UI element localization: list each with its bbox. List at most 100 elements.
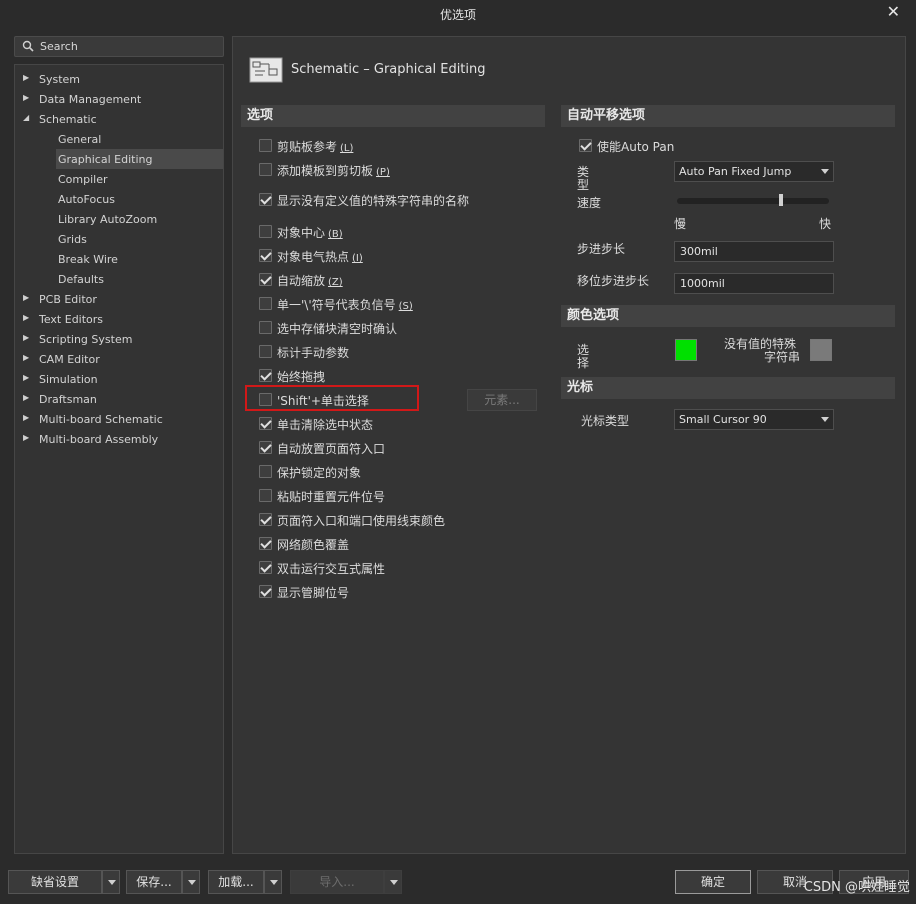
sidebar-item-label: Simulation	[39, 373, 98, 386]
sidebar-item[interactable]: ▶ CAM Editor	[15, 349, 223, 369]
checkbox-box[interactable]	[259, 225, 272, 238]
load-dropdown[interactable]	[264, 870, 282, 894]
checkbox-box[interactable]	[259, 345, 272, 358]
window-title: 优选项	[439, 8, 476, 22]
sidebar-item[interactable]: Graphical Editing	[56, 149, 223, 169]
sidebar-item-label: AutoFocus	[58, 193, 115, 206]
sidebar-item-label: Scripting System	[39, 333, 133, 346]
checkbox-box[interactable]	[259, 585, 272, 598]
sidebar-item[interactable]: ▶ Multi-board Assembly	[15, 429, 223, 449]
sidebar-item[interactable]: ▶ Draftsman	[15, 389, 223, 409]
page-title: Schematic – Graphical Editing	[291, 62, 486, 77]
sidebar-item[interactable]: Library AutoZoom	[15, 209, 223, 229]
checkbox-box[interactable]	[259, 537, 272, 550]
defaults-button[interactable]: 缺省设置	[8, 870, 102, 894]
load-button[interactable]: 加载...	[208, 870, 264, 894]
sidebar-item-label: System	[39, 73, 81, 86]
checkbox-box[interactable]	[579, 139, 592, 152]
checkbox-box[interactable]	[259, 561, 272, 574]
option-label: 剪贴板参考 (L)	[277, 138, 353, 155]
checkbox-box[interactable]	[259, 139, 272, 152]
sidebar-item[interactable]: ▶ System	[15, 69, 223, 89]
save-dropdown[interactable]	[182, 870, 200, 894]
collapsed-arrow-icon[interactable]: ▶	[23, 333, 29, 342]
checkbox-box[interactable]	[259, 417, 272, 430]
elements-button[interactable]: 元素...	[467, 389, 537, 411]
collapsed-arrow-icon[interactable]: ▶	[23, 433, 29, 442]
sidebar-item[interactable]: ▶ Data Management	[15, 89, 223, 109]
checkbox-box[interactable]	[259, 249, 272, 262]
option-label-text: 单击清除选中状态	[277, 418, 374, 432]
save-button[interactable]: 保存...	[126, 870, 182, 894]
collapsed-arrow-icon[interactable]: ▶	[23, 413, 29, 422]
expanded-arrow-icon[interactable]: ◢	[23, 113, 29, 122]
step-size-field[interactable]: 300mil	[674, 241, 834, 262]
sidebar-item-label: General	[58, 133, 102, 146]
sidebar-item[interactable]: Break Wire	[15, 249, 223, 269]
option-label-text: 对象电气热点	[277, 250, 350, 264]
collapsed-arrow-icon[interactable]: ▶	[23, 313, 29, 322]
import-button[interactable]: 导入...	[290, 870, 384, 894]
sidebar-item[interactable]: ▶ Simulation	[15, 369, 223, 389]
collapsed-arrow-icon[interactable]: ▶	[23, 93, 29, 102]
option-shortcut: (L)	[340, 143, 354, 154]
sidebar-item[interactable]: ◢ Schematic	[15, 109, 223, 129]
checkbox-box[interactable]	[259, 369, 272, 382]
speed-slider[interactable]	[677, 198, 829, 204]
option-label-text: 显示没有定义值的特殊字符串的名称	[277, 194, 470, 208]
sidebar-item-label: PCB Editor	[39, 293, 97, 306]
defaults-dropdown[interactable]	[102, 870, 120, 894]
close-icon[interactable]: ✕	[887, 2, 900, 21]
sidebar-item[interactable]: AutoFocus	[15, 189, 223, 209]
option-label-text: 粘贴时重置元件位号	[277, 490, 386, 504]
title-bar: 优选项 ✕	[0, 0, 916, 28]
collapsed-arrow-icon[interactable]: ▶	[23, 73, 29, 82]
no-value-color-swatch[interactable]	[810, 339, 832, 361]
autopan-type-dropdown[interactable]: Auto Pan Fixed Jump	[674, 161, 834, 182]
sidebar-item[interactable]: General	[15, 129, 223, 149]
shift-step-size-field[interactable]: 1000mil	[674, 273, 834, 294]
sidebar-item[interactable]: ▶ Scripting System	[15, 329, 223, 349]
option-label: 对象中心 (B)	[277, 224, 343, 241]
search-input[interactable]: Search	[14, 36, 224, 57]
highlight-annotation	[245, 385, 419, 411]
chevron-down-icon	[821, 417, 829, 422]
sidebar-item[interactable]: ▶ Text Editors	[15, 309, 223, 329]
option-label-text: 双击运行交互式属性	[277, 562, 386, 576]
sidebar-item-label: Schematic	[39, 113, 97, 126]
cursor-type-label: 光标类型	[581, 414, 630, 428]
settings-tree: ▶ System ▶ Data Management ◢ Schematic General…	[14, 64, 224, 854]
option-shortcut: (I)	[352, 253, 363, 264]
collapsed-arrow-icon[interactable]: ▶	[23, 373, 29, 382]
option-label: 显示没有定义值的特殊字符串的名称	[277, 192, 469, 209]
checkbox-box[interactable]	[259, 297, 272, 310]
option-shortcut: (S)	[398, 301, 413, 312]
checkbox-box[interactable]	[259, 441, 272, 454]
ok-button[interactable]: 确定	[675, 870, 751, 894]
sidebar-item[interactable]: Defaults	[15, 269, 223, 289]
option-label-text: 对象中心	[277, 226, 326, 240]
checkbox-box[interactable]	[259, 465, 272, 478]
collapsed-arrow-icon[interactable]: ▶	[23, 393, 29, 402]
sidebar-item[interactable]: ▶ PCB Editor	[15, 289, 223, 309]
import-dropdown[interactable]	[384, 870, 402, 894]
sidebar-item[interactable]: Grids	[15, 229, 223, 249]
selection-color-swatch[interactable]	[675, 339, 697, 361]
checkbox-box[interactable]	[259, 193, 272, 206]
checkbox-box[interactable]	[259, 321, 272, 334]
option-label-text: 网络颜色覆盖	[277, 538, 350, 552]
collapsed-arrow-icon[interactable]: ▶	[23, 293, 29, 302]
checkbox-box[interactable]	[259, 273, 272, 286]
checkbox-box[interactable]	[259, 513, 272, 526]
speed-slider-handle[interactable]	[779, 194, 783, 206]
sidebar-item[interactable]: Compiler	[15, 169, 223, 189]
collapsed-arrow-icon[interactable]: ▶	[23, 353, 29, 362]
chevron-down-icon	[390, 880, 398, 885]
option-label-text: 单一'\'符号代表负信号	[277, 298, 396, 312]
sidebar-item[interactable]: ▶ Multi-board Schematic	[15, 409, 223, 429]
checkbox-box[interactable]	[259, 489, 272, 502]
cursor-type-dropdown[interactable]: Small Cursor 90	[674, 409, 834, 430]
checkbox-box[interactable]	[259, 163, 272, 176]
option-label: 对象电气热点 (I)	[277, 248, 363, 265]
schematic-sheet-icon	[249, 57, 283, 83]
